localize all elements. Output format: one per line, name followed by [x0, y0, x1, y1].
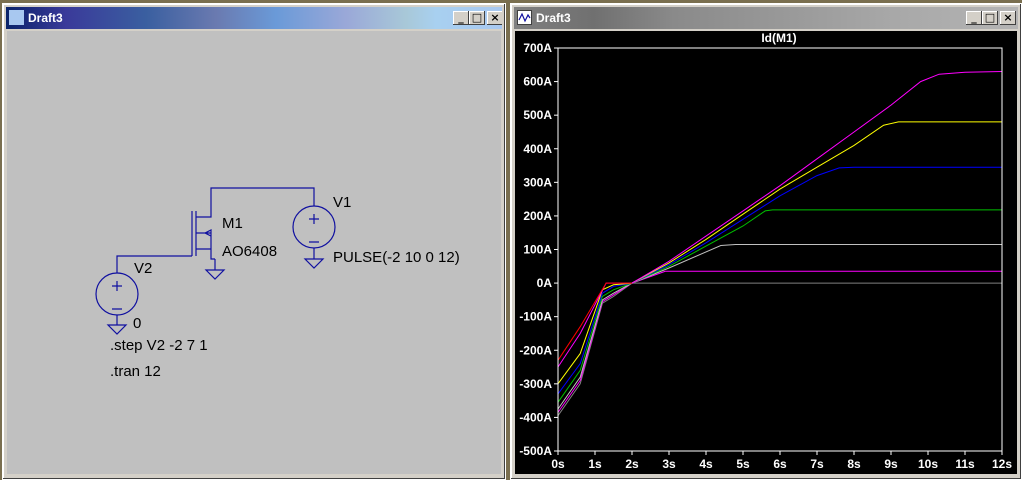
- wire-gate-v2: [116, 255, 192, 273]
- ground-m1: [204, 259, 226, 280]
- schematic-title: Draft3: [28, 11, 63, 25]
- close-button[interactable]: ×: [487, 11, 502, 25]
- x-tick-label: 4s: [699, 457, 713, 471]
- trace-step-5[interactable]: [557, 166, 1002, 395]
- v1-name-label: V1: [333, 194, 352, 211]
- app-icon[interactable]: [9, 10, 24, 25]
- schematic-titlebar[interactable]: Draft3 _ □ ×: [6, 7, 502, 29]
- trace-step-1[interactable]: [557, 282, 1002, 416]
- trace-step-4[interactable]: [557, 209, 1002, 403]
- waveform-app-icon[interactable]: [517, 10, 532, 25]
- x-tick-label: 11s: [955, 457, 975, 471]
- tran-directive: .tran 12: [110, 363, 161, 380]
- plot-window: Draft3 _ □ × Id(M1) 700A 600A 500A 400A 300A…: [510, 3, 1022, 480]
- chart-title[interactable]: Id(M1): [761, 31, 796, 45]
- maximize-button[interactable]: □: [982, 11, 998, 25]
- y-tick-label: -100A: [519, 310, 552, 324]
- waveform-viewer[interactable]: Id(M1) 700A 600A 500A 400A 300A 200A 100A 0A -10…: [515, 31, 1017, 474]
- x-tick-label: 0s: [551, 457, 565, 471]
- x-tick-label: 10s: [918, 457, 938, 471]
- trace-step-7[interactable]: [557, 71, 1003, 368]
- schematic-canvas[interactable]: M1 AO6408 V1 PULSE(-2 10 0 12) V2 0 .ste…: [7, 31, 501, 474]
- y-tick-label: 500A: [523, 108, 552, 122]
- y-tick-label: 700A: [523, 41, 552, 55]
- y-tick-label: -300A: [519, 377, 552, 391]
- x-tick-label: 12s: [992, 457, 1012, 471]
- x-tick-label: 6s: [773, 457, 787, 471]
- trace-step-2[interactable]: [557, 270, 1002, 413]
- ground-node-label: 0: [133, 315, 142, 332]
- x-tick-label: 2s: [625, 457, 639, 471]
- x-tick-label: 9s: [884, 457, 898, 471]
- maximize-button[interactable]: □: [469, 11, 485, 25]
- trace-step-6[interactable]: [557, 121, 1002, 385]
- v1-value-label: PULSE(-2 10 0 12): [333, 249, 460, 266]
- mosfet-m1-symbol: [191, 192, 215, 260]
- step-directive: .step V2 -2 7 1: [110, 337, 208, 354]
- plot-frame: [557, 47, 1003, 452]
- minimize-button[interactable]: _: [453, 11, 469, 25]
- minimize-button[interactable]: _: [966, 11, 982, 25]
- x-tick-label: 1s: [588, 457, 602, 471]
- plot-title: Draft3: [536, 11, 571, 25]
- wire-drain-v1: [210, 187, 315, 206]
- y-tick-label: 600A: [523, 75, 552, 89]
- y-tick-label: -200A: [519, 343, 552, 357]
- x-tick-label: 8s: [847, 457, 861, 471]
- m1-name-label: M1: [222, 215, 243, 232]
- x-tick-label: 3s: [662, 457, 676, 471]
- y-tick-label: 200A: [523, 209, 552, 223]
- close-button[interactable]: ×: [1000, 11, 1016, 25]
- x-tick-label: 5s: [736, 457, 750, 471]
- trace-step-3[interactable]: [557, 244, 1002, 410]
- v2-name-label: V2: [134, 260, 153, 277]
- plot-titlebar[interactable]: Draft3 _ □ ×: [514, 7, 1018, 29]
- waveform-plot[interactable]: Id(M1) 700A 600A 500A 400A 300A 200A 100A 0A -10…: [515, 31, 1017, 474]
- y-tick-label: 300A: [523, 175, 552, 189]
- y-tick-label: -500A: [519, 444, 552, 458]
- x-tick-label: 7s: [810, 457, 824, 471]
- y-tick-label: 100A: [523, 243, 552, 257]
- y-tick-label: -400A: [519, 410, 552, 424]
- schematic-window: Draft3 _ □ × M1 AO6408 V1 PULSE(-2 10 0 …: [2, 3, 506, 480]
- y-tick-label: 0A: [537, 276, 553, 290]
- y-tick-label: 400A: [523, 142, 552, 156]
- m1-model-label: AO6408: [222, 243, 278, 260]
